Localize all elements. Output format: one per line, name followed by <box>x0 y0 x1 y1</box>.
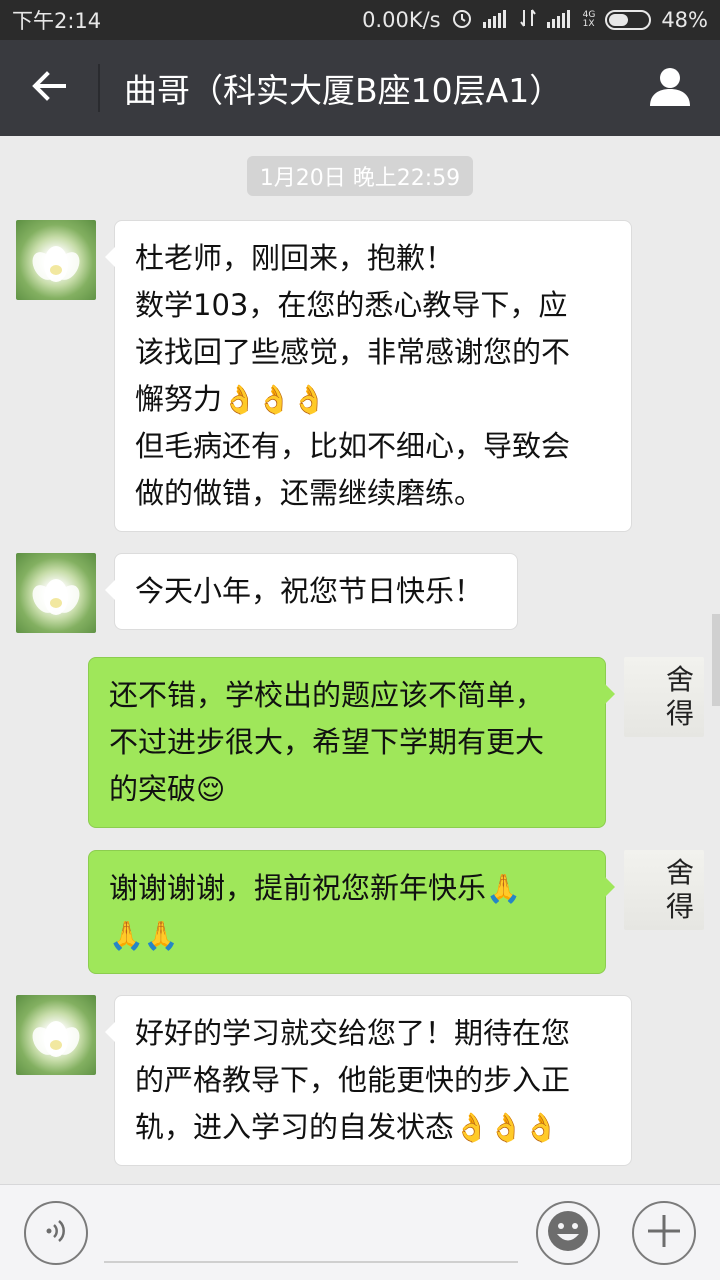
message-line: 轨，进入学习的自发状态 <box>135 1110 455 1144</box>
voice-icon <box>41 1216 71 1250</box>
emoji-button[interactable] <box>536 1201 600 1265</box>
person-icon <box>649 66 691 110</box>
message-line: 不过进步很大，希望下学期有更大 <box>109 725 545 759</box>
my-avatar[interactable]: 舍 得 <box>624 657 704 737</box>
message-line: 做的做错，还需继续磨练。 <box>135 476 484 510</box>
folded-hands-emoji: 🙏🙏 <box>109 919 179 952</box>
battery-icon <box>605 10 652 30</box>
folded-hands-emoji: 🙏 <box>486 872 521 905</box>
message-line: 的突破 <box>109 772 197 806</box>
input-bar <box>0 1184 720 1280</box>
message-line: 懈努力 <box>135 382 223 416</box>
ok-hand-emoji: 👌👌👌 <box>454 1111 559 1144</box>
message-bubble-incoming[interactable]: 杜老师，刚回来，抱歉！ 数学103，在您的悉心教导下，应 该找回了些感觉，非常感… <box>105 220 632 532</box>
title-bar: 曲哥（科实大厦B座10层A1） <box>0 40 720 136</box>
back-button[interactable] <box>0 40 98 136</box>
lotus-icon <box>32 1021 80 1057</box>
message-line: 数学103，在您的悉心教导下，应 <box>135 288 568 322</box>
contact-avatar[interactable] <box>16 553 96 633</box>
signal-icon <box>482 8 509 33</box>
chat-title: 曲哥（科实大厦B座10层A1） <box>124 71 563 110</box>
ok-hand-emoji: 👌👌👌 <box>222 383 327 416</box>
message-line: 杜老师，刚回来，抱歉！ <box>135 241 455 275</box>
plus-icon <box>646 1213 682 1253</box>
message-line: 还不错，学校出的题应该不简单， <box>109 678 545 712</box>
battery-fill <box>609 14 628 26</box>
profile-button[interactable] <box>620 40 720 136</box>
alarm-icon <box>451 7 473 34</box>
contact-avatar[interactable] <box>16 220 96 300</box>
scrollbar[interactable] <box>712 614 720 706</box>
chat-area[interactable]: 1月20日 晚上22:59 杜老师，刚回来，抱歉！ 数学103，在您的悉心教导下… <box>0 136 720 1184</box>
arrow-left-icon <box>32 71 66 105</box>
message-input[interactable] <box>104 1203 518 1263</box>
lotus-icon <box>32 579 80 615</box>
my-avatar[interactable]: 舍 得 <box>624 850 704 930</box>
voice-button[interactable] <box>24 1201 88 1265</box>
message-line: 好好的学习就交给您了！期待在您 <box>135 1016 571 1050</box>
data-transfer-icon <box>519 8 537 33</box>
relieved-face-emoji: 😌 <box>196 773 226 806</box>
message-bubble-outgoing[interactable]: 谢谢谢谢，提前祝您新年快乐🙏 🙏🙏 <box>88 850 615 974</box>
message-line: 该找回了些感觉，非常感谢您的不 <box>135 335 571 369</box>
battery-percent: 48% <box>661 8 708 32</box>
status-icons: 0.00K/s 4G 1X 48% <box>362 7 708 34</box>
message-bubble-incoming[interactable]: 今天小年，祝您节日快乐！ <box>105 553 518 630</box>
message-line: 的严格教导下，他能更快的步入正 <box>135 1063 571 1097</box>
network-type: 4G 1X <box>582 10 596 29</box>
signal-icon-2 <box>546 8 573 33</box>
message-line: 但毛病还有，比如不细心，导致会 <box>135 429 571 463</box>
message-timestamp: 1月20日 晚上22:59 <box>247 156 473 196</box>
contact-avatar[interactable] <box>16 995 96 1075</box>
network-speed: 0.00K/s <box>362 8 441 32</box>
status-time: 下午2:14 <box>12 9 102 33</box>
message-line: 谢谢谢谢，提前祝您新年快乐 <box>109 871 487 905</box>
status-bar: 下午2:14 0.00K/s 4G 1X 48% <box>0 0 720 40</box>
smiley-icon <box>546 1209 590 1257</box>
message-bubble-incoming[interactable]: 好好的学习就交给您了！期待在您 的严格教导下，他能更快的步入正 轨，进入学习的自… <box>105 995 632 1166</box>
lotus-icon <box>32 246 80 282</box>
plus-button[interactable] <box>632 1201 696 1265</box>
message-line: 今天小年，祝您节日快乐！ <box>135 574 484 608</box>
message-bubble-outgoing[interactable]: 还不错，学校出的题应该不简单， 不过进步很大，希望下学期有更大 的突破😌 <box>88 657 615 828</box>
